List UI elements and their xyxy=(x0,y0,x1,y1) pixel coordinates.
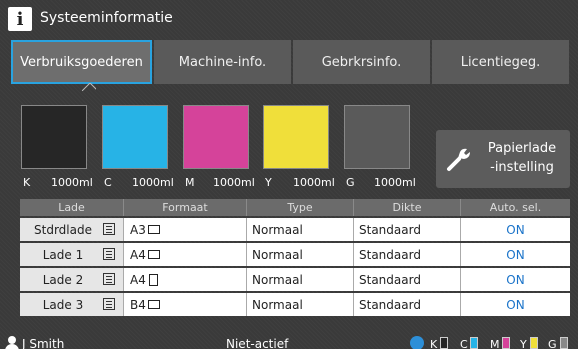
landscape-paper-icon xyxy=(147,225,160,234)
active-tab-pointer xyxy=(82,83,96,91)
ink-code: G xyxy=(346,176,355,189)
paper-size: A3 xyxy=(130,222,146,237)
table-row[interactable]: Lade 3 B4 Normaal Standaard ON xyxy=(20,293,570,316)
header-formaat: Formaat xyxy=(124,199,247,216)
ink-amount: 1000ml xyxy=(51,176,93,189)
paper-size: B4 xyxy=(130,297,146,312)
ink-level-k xyxy=(440,337,448,349)
table-row[interactable]: Lade 2 A4 Normaal Standaard ON xyxy=(20,268,570,291)
cell-dikte: Standaard xyxy=(354,293,461,316)
title-bar: i Systeeminformatie xyxy=(0,0,578,40)
level-label-m: M xyxy=(490,338,500,349)
cell-auto-sel: ON xyxy=(461,243,570,266)
tray-name: Lade 1 xyxy=(42,247,84,262)
ink-swatch-c xyxy=(102,105,168,169)
cell-lade: Stdrdlade xyxy=(20,218,124,241)
cell-auto-sel: ON xyxy=(461,293,570,316)
cell-dikte: Standaard xyxy=(354,218,461,241)
refresh-icon[interactable] xyxy=(410,336,424,349)
tab-gebruikersinfo[interactable]: Gebrkrsinfo. xyxy=(293,40,430,84)
level-label-c: C xyxy=(460,338,468,349)
user-name: J Smith xyxy=(22,337,65,349)
machine-status: Niet-actief xyxy=(226,337,289,349)
level-label-k: K xyxy=(430,338,438,349)
paper-tray-settings-button[interactable]: Papierlade -instelling xyxy=(436,130,570,188)
cell-lade: Lade 3 xyxy=(20,293,124,316)
ink-amount: 1000ml xyxy=(293,176,335,189)
ink-code: Y xyxy=(265,176,272,189)
page-title: Systeeminformatie xyxy=(40,10,173,26)
level-label-y: Y xyxy=(520,338,527,349)
cell-dikte: Standaard xyxy=(354,268,461,291)
paper-tray-settings-line1: Papierlade xyxy=(487,141,557,156)
ink-swatch-g xyxy=(344,105,410,169)
ink-swatch-m xyxy=(183,105,249,169)
tab-bar: Verbruiksgoederen Machine-info. Gebrkrsi… xyxy=(11,40,569,84)
status-bar: J Smith Niet-actief K C M Y G xyxy=(0,336,578,349)
header-auto-sel: Auto. sel. xyxy=(489,201,542,214)
ink-level-y xyxy=(530,337,538,349)
ink-amount: 1000ml xyxy=(132,176,174,189)
landscape-paper-icon xyxy=(147,300,160,309)
wrench-icon xyxy=(447,148,470,171)
system-info-screen: i Systeeminformatie Verbruiksgoederen Ma… xyxy=(0,0,578,349)
cell-lade: Lade 2 xyxy=(20,268,124,291)
info-icon: i xyxy=(8,7,32,31)
tray-name: Lade 2 xyxy=(42,272,84,287)
cell-auto-sel: ON xyxy=(461,218,570,241)
cell-formaat: A3 xyxy=(124,218,247,241)
ink-level-m xyxy=(502,337,510,349)
portrait-paper-icon xyxy=(148,273,158,286)
ink-level-c xyxy=(470,337,478,349)
cell-type: Normaal xyxy=(247,293,354,316)
ink-code: K xyxy=(23,176,31,189)
paper-size: A4 xyxy=(130,247,146,262)
list-icon[interactable] xyxy=(103,298,115,310)
cell-formaat: A4 xyxy=(124,243,247,266)
ink-swatch-k xyxy=(21,105,87,169)
paper-tray-settings-line2: -instelling xyxy=(490,160,554,175)
list-icon[interactable] xyxy=(103,248,115,260)
cell-type: Normaal xyxy=(247,268,354,291)
paper-tray-settings-label: Papierlade -instelling xyxy=(476,139,568,177)
cell-type: Normaal xyxy=(247,243,354,266)
level-label-g: G xyxy=(548,338,557,349)
list-icon[interactable] xyxy=(103,223,115,235)
tab-verbruiksgoederen[interactable]: Verbruiksgoederen xyxy=(11,40,152,84)
table-row[interactable]: Lade 1 A4 Normaal Standaard ON xyxy=(20,243,570,266)
list-icon[interactable] xyxy=(103,273,115,285)
user-icon xyxy=(5,336,19,349)
tray-name: Stdrdlade xyxy=(34,222,92,237)
tray-table: Lade Formaat Type Dikte Auto. sel. Stdrd… xyxy=(20,199,570,316)
cell-type: Normaal xyxy=(247,218,354,241)
ink-swatches: K 1000ml C 1000ml M 1000ml Y 1000ml G 10… xyxy=(0,100,430,190)
landscape-paper-icon xyxy=(147,250,160,259)
tray-name: Lade 3 xyxy=(42,297,84,312)
table-header: Lade Formaat Type Dikte Auto. sel. xyxy=(20,199,570,216)
tab-licentiegegevens[interactable]: Licentiegeg. xyxy=(432,40,569,84)
header-lade: Lade xyxy=(20,199,124,216)
cell-lade: Lade 1 xyxy=(20,243,124,266)
tab-machine-info[interactable]: Machine-info. xyxy=(154,40,291,84)
ink-amount: 1000ml xyxy=(374,176,416,189)
cell-dikte: Standaard xyxy=(354,243,461,266)
cell-auto-sel: ON xyxy=(461,268,570,291)
header-dikte: Dikte xyxy=(354,199,461,216)
ink-swatch-y xyxy=(263,105,329,169)
paper-size: A4 xyxy=(130,272,146,287)
cell-formaat: B4 xyxy=(124,293,247,316)
ink-code: M xyxy=(185,176,195,189)
cell-formaat: A4 xyxy=(124,268,247,291)
ink-level-g xyxy=(560,337,568,349)
header-type: Type xyxy=(247,199,354,216)
ink-code: C xyxy=(104,176,112,189)
table-row[interactable]: Stdrdlade A3 Normaal Standaard ON xyxy=(20,218,570,241)
ink-amount: 1000ml xyxy=(213,176,255,189)
